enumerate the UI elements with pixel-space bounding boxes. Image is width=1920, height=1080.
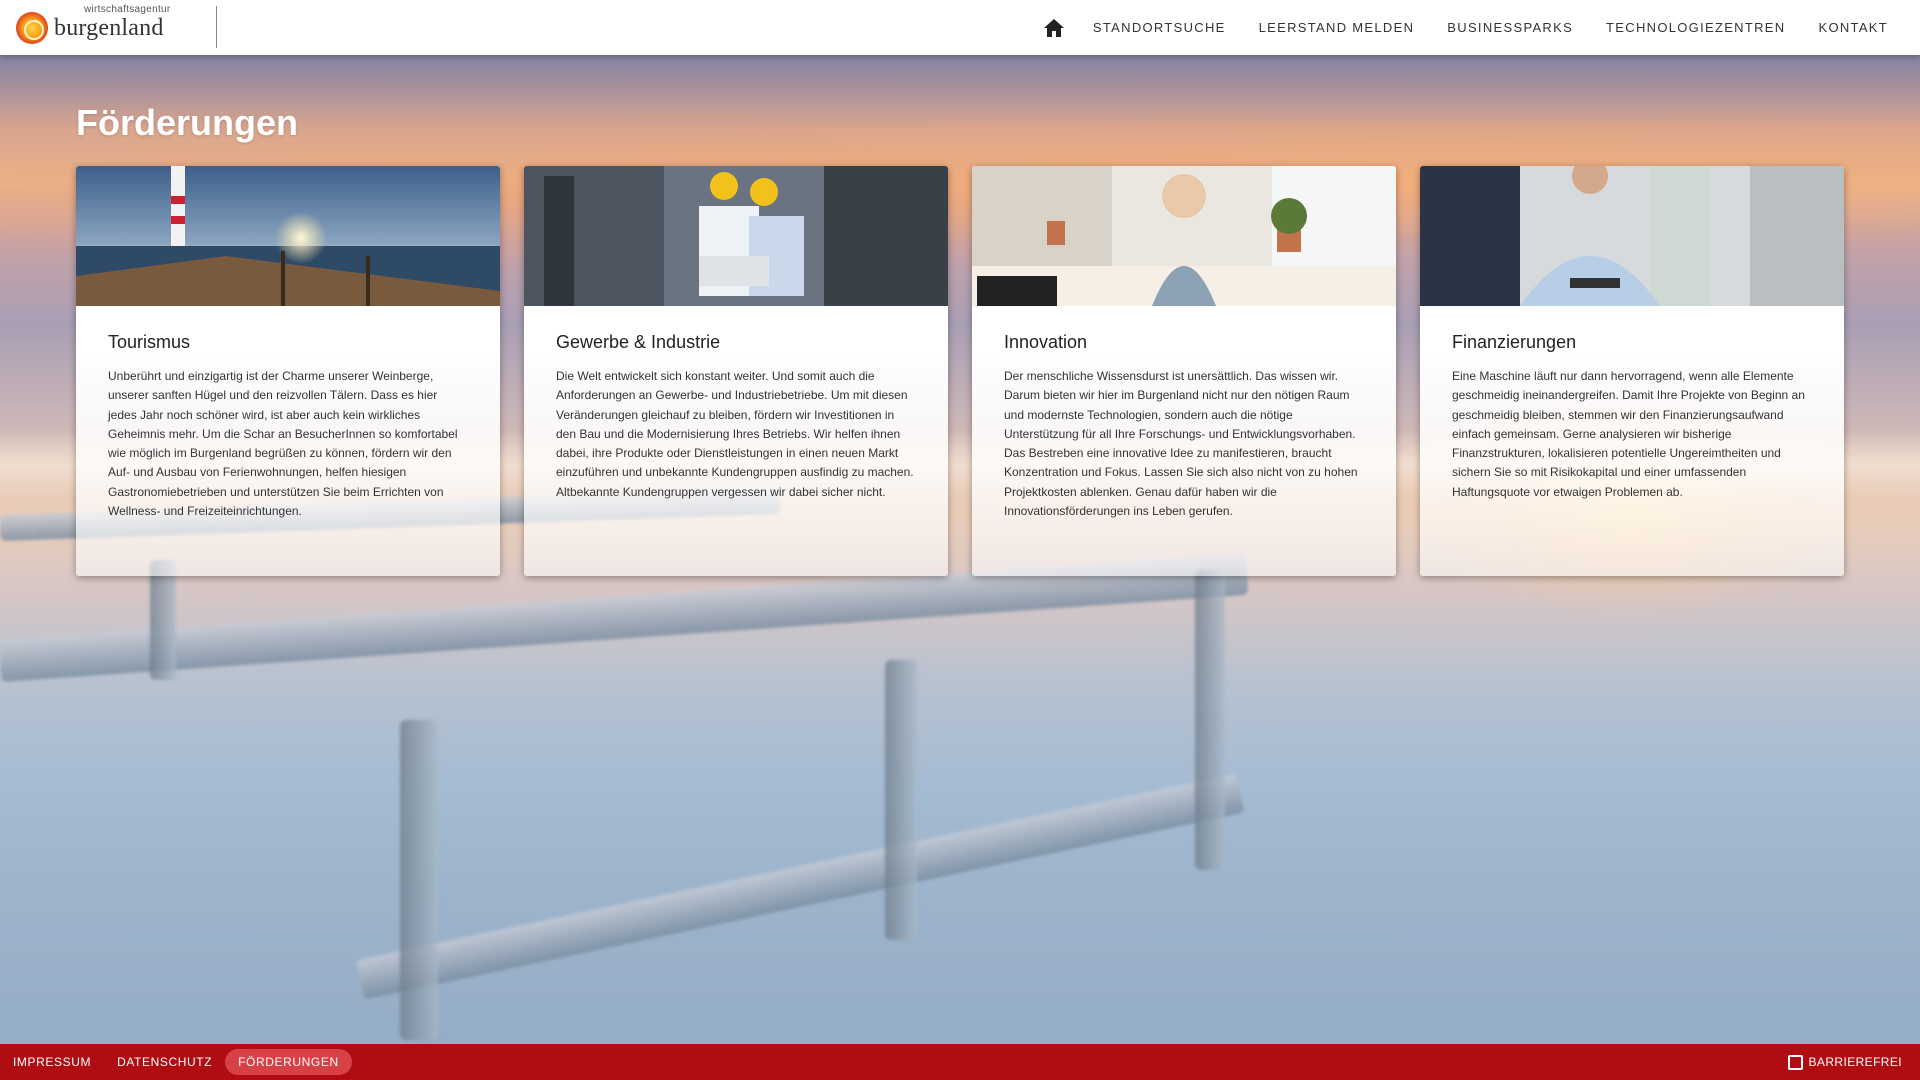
site-header: wirtschaftsagentur burgenland STANDORTSU…: [0, 0, 1920, 55]
page-title: Förderungen: [76, 102, 298, 143]
footer-link-datenschutz[interactable]: DATENSCHUTZ: [104, 1049, 225, 1075]
background-jetty-post: [885, 660, 917, 940]
card-gewerbe-industrie[interactable]: Gewerbe & Industrie Die Welt entwickelt …: [524, 166, 948, 576]
nav-item-kontakt[interactable]: KONTAKT: [1818, 20, 1888, 35]
card-text: Die Welt entwickelt sich konstant weiter…: [556, 369, 914, 499]
card-finanzierungen[interactable]: Finanzierungen Eine Maschine läuft nur d…: [1420, 166, 1844, 576]
nav-item-leerstand-melden[interactable]: LEERSTAND MELDEN: [1259, 20, 1415, 35]
site-footer: IMPRESSUM DATENSCHUTZ FÖRDERUNGEN BARRIE…: [0, 1044, 1920, 1080]
accessibility-label: BARRIEREFREI: [1808, 1055, 1902, 1069]
site-logo[interactable]: wirtschaftsagentur burgenland: [14, 4, 214, 50]
card-text: Unberührt und einzigartig ist der Charme…: [108, 369, 458, 519]
card-innovation[interactable]: Innovation Der menschliche Wissensdurst …: [972, 166, 1396, 576]
header-divider: [216, 6, 217, 48]
card-title: Tourismus: [108, 332, 191, 352]
footer-links: IMPRESSUM DATENSCHUTZ FÖRDERUNGEN: [0, 1049, 352, 1075]
nav-item-businessparks[interactable]: BUSINESSPARKS: [1447, 20, 1573, 35]
background-jetty-post: [400, 720, 438, 1040]
card-title: Finanzierungen: [1452, 332, 1577, 352]
card-image-finanzierungen: [1420, 166, 1844, 306]
logo-title: burgenland: [54, 15, 164, 41]
home-icon[interactable]: [1043, 18, 1065, 38]
card-image-gewerbe-industrie: [524, 166, 948, 306]
nav-item-standortsuche[interactable]: STANDORTSUCHE: [1093, 20, 1226, 35]
card-tourismus[interactable]: Tourismus Unberührt und einzigartig ist …: [76, 166, 500, 576]
background-jetty-post: [1195, 570, 1225, 870]
footer-link-impressum[interactable]: IMPRESSUM: [0, 1049, 104, 1075]
main-navigation: STANDORTSUCHE LEERSTAND MELDEN BUSINESSP…: [1043, 0, 1888, 55]
card-image-tourismus: [76, 166, 500, 306]
card-title: Innovation: [1004, 332, 1088, 352]
card-image-innovation: [972, 166, 1396, 306]
card-title: Gewerbe & Industrie: [556, 332, 721, 352]
checkbox-icon[interactable]: [1787, 1054, 1803, 1070]
logo-sun-icon: [16, 12, 48, 44]
logo-subtitle: wirtschaftsagentur: [84, 4, 171, 15]
funding-cards: Tourismus Unberührt und einzigartig ist …: [76, 166, 1844, 576]
background-jetty-post: [150, 560, 176, 680]
card-text: Der menschliche Wissensdurst ist unersät…: [1004, 369, 1358, 519]
nav-item-technologiezentren[interactable]: TECHNOLOGIEZENTREN: [1606, 20, 1785, 35]
card-text: Eine Maschine läuft nur dann hervorragen…: [1452, 369, 1805, 499]
footer-link-foerderungen[interactable]: FÖRDERUNGEN: [225, 1049, 352, 1075]
accessibility-toggle[interactable]: BARRIEREFREI: [1787, 1044, 1902, 1080]
